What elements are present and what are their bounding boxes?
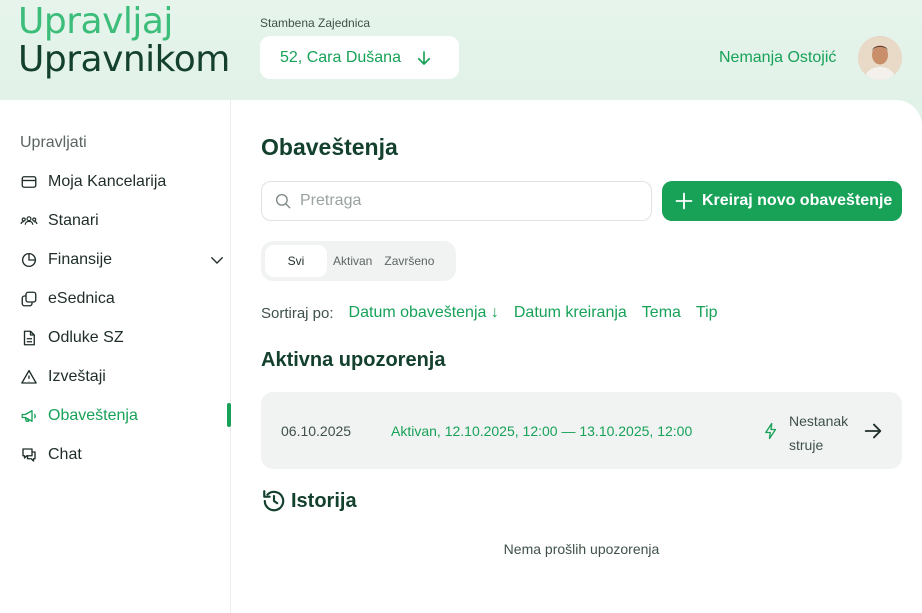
create-notification-label: Kreiraj novo obaveštenje	[702, 192, 893, 209]
sort-option-datum-obavestenja[interactable]: Datum obaveštenja ↓	[349, 304, 499, 322]
app-logo[interactable]: Upravljaj Upravnikom	[18, 4, 230, 78]
tab-zavrseno[interactable]: Završeno	[378, 245, 440, 277]
sort-bar: Sortiraj po: Datum obaveštenja ↓ Datum k…	[261, 304, 718, 322]
sidebar-item-label: Obaveštenja	[48, 407, 138, 424]
community-selected-value: 52, Cara Dušana	[280, 48, 401, 66]
warning-icon	[21, 369, 37, 384]
sidebar-item-label: Chat	[48, 446, 82, 463]
arrow-right-icon[interactable]	[862, 420, 884, 442]
plus-icon	[675, 192, 693, 210]
sidebar-item-label: Finansije	[48, 251, 113, 268]
copy-icon	[21, 291, 37, 307]
search-icon	[275, 193, 291, 209]
sidebar-item-stanari[interactable]: Stanari	[20, 208, 230, 234]
logo-line-2: Upravnikom	[18, 39, 230, 80]
sidebar-item-finansije[interactable]: Finansije	[20, 247, 230, 273]
sidebar: Upravljati Moja Kancelarija Stanari Fina…	[0, 100, 231, 613]
search-box[interactable]	[261, 181, 652, 221]
sidebar-item-odluke-sz[interactable]: Odluke SZ	[20, 325, 230, 351]
community-label: Stambena Zajednica	[260, 16, 371, 30]
sidebar-item-label: Stanari	[48, 212, 99, 229]
users-icon	[20, 216, 38, 225]
sidebar-item-esednica[interactable]: eSednica	[20, 286, 230, 312]
sidebar-item-label: eSednica	[48, 290, 115, 307]
sidebar-item-label: Odluke SZ	[48, 329, 124, 346]
sidebar-item-obavestenja[interactable]: Obaveštenja	[20, 403, 230, 429]
tab-svi[interactable]: Svi	[265, 245, 327, 277]
megaphone-icon	[21, 410, 36, 422]
sidebar-item-izvestaji[interactable]: Izveštaji	[20, 364, 230, 390]
alert-status: Aktivan, 12.10.2025, 12:00 — 13.10.2025,…	[391, 423, 693, 439]
avatar[interactable]	[858, 36, 902, 80]
tab-aktivan[interactable]: Aktivan	[327, 245, 378, 277]
community-select[interactable]: 52, Cara Dušana	[260, 36, 459, 79]
alert-card[interactable]: 06.10.2025 Aktivan, 12.10.2025, 12:00 — …	[261, 392, 902, 469]
active-indicator	[227, 403, 231, 427]
sidebar-item-label: Moja Kancelarija	[48, 173, 167, 190]
history-icon	[263, 490, 285, 512]
sort-option-datum-kreiranja[interactable]: Datum kreiranja	[514, 304, 627, 322]
document-icon	[23, 330, 35, 346]
filter-tabs: Svi Aktivan Završeno	[261, 241, 456, 281]
wallet-icon	[21, 176, 37, 188]
user-name[interactable]: Nemanja Ostojić	[719, 49, 836, 67]
pie-chart-icon	[21, 252, 37, 268]
chevron-down-icon[interactable]	[208, 251, 226, 269]
create-notification-button[interactable]: Kreiraj novo obaveštenje	[662, 181, 902, 221]
alert-type: Nestanak struje	[789, 413, 849, 453]
chat-icon	[22, 448, 36, 462]
arrow-down-icon	[417, 50, 431, 65]
active-alerts-title: Aktivna upozorenja	[261, 349, 446, 371]
content-panel: Upravljati Moja Kancelarija Stanari Fina…	[0, 100, 922, 613]
history-title: Istorija	[261, 488, 357, 514]
sidebar-item-moja-kancelarija[interactable]: Moja Kancelarija	[20, 169, 230, 195]
sort-option-tema[interactable]: Tema	[642, 304, 681, 322]
search-input[interactable]	[300, 192, 630, 210]
sidebar-item-chat[interactable]: Chat	[20, 442, 230, 468]
alert-date: 06.10.2025	[281, 423, 352, 439]
sidebar-item-label: Izveštaji	[48, 368, 106, 385]
sidebar-section-title: Upravljati	[20, 134, 87, 151]
main-content: Obaveštenja Kreiraj novo obaveštenje Svi…	[261, 100, 902, 613]
page-title: Obaveštenja	[261, 134, 398, 160]
avatar-image	[858, 36, 902, 80]
logo-line-1: Upravljaj	[18, 1, 173, 42]
sort-label: Sortiraj po:	[261, 304, 334, 322]
lightning-icon	[765, 422, 777, 440]
history-empty-message: Nema prošlih upozorenja	[503, 541, 660, 557]
history-title-label: Istorija	[291, 489, 357, 512]
sort-option-tip[interactable]: Tip	[696, 304, 718, 322]
